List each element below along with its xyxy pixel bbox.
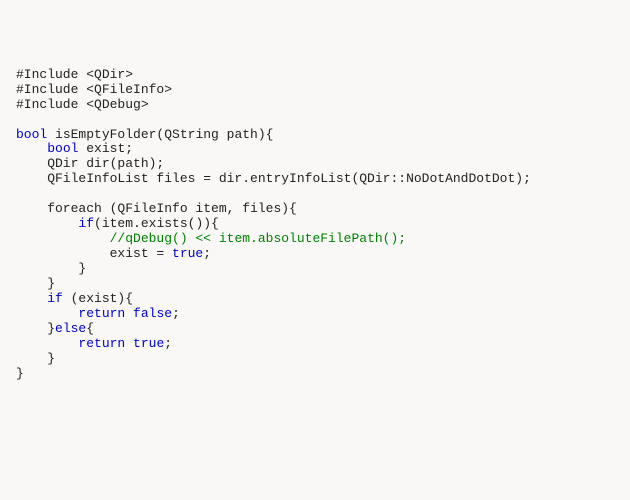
code-text <box>16 291 47 306</box>
literal: true <box>172 246 203 261</box>
code-line: #Include <QDebug> <box>16 97 149 112</box>
code-block: #Include <QDir> #Include <QFileInfo> #In… <box>16 68 614 382</box>
code-text: } <box>16 321 55 336</box>
keyword: if <box>47 291 63 306</box>
code-text: (item.exists()){ <box>94 216 219 231</box>
literal: true <box>133 336 164 351</box>
code-text: (exist){ <box>63 291 133 306</box>
code-text: ; <box>172 306 180 321</box>
code-text <box>125 336 133 351</box>
keyword: return <box>78 336 125 351</box>
code-text: exist; <box>78 141 133 156</box>
keyword: else <box>55 321 86 336</box>
code-line: #Include <QFileInfo> <box>16 82 172 97</box>
code-text: { <box>86 321 94 336</box>
keyword: if <box>78 216 94 231</box>
keyword: bool <box>16 127 47 142</box>
code-line: QDir dir(path); <box>16 156 164 171</box>
code-line: foreach (QFileInfo item, files){ <box>16 201 297 216</box>
code-text <box>16 306 78 321</box>
keyword: return <box>78 306 125 321</box>
code-text: isEmptyFolder(QString path){ <box>47 127 273 142</box>
code-text <box>16 216 78 231</box>
code-text <box>125 306 133 321</box>
code-line: } <box>16 366 24 381</box>
code-line: } <box>16 276 55 291</box>
code-text: ; <box>203 246 211 261</box>
keyword: bool <box>47 141 78 156</box>
code-line: } <box>16 261 86 276</box>
code-text <box>16 231 110 246</box>
code-text: exist = <box>16 246 172 261</box>
code-line: QFileInfoList files = dir.entryInfoList(… <box>16 171 531 186</box>
code-text: ; <box>164 336 172 351</box>
code-text <box>16 336 78 351</box>
comment: //qDebug() << item.absoluteFilePath(); <box>110 231 406 246</box>
literal: false <box>133 306 172 321</box>
code-text <box>16 141 47 156</box>
code-line: } <box>16 351 55 366</box>
code-line: #Include <QDir> <box>16 67 133 82</box>
